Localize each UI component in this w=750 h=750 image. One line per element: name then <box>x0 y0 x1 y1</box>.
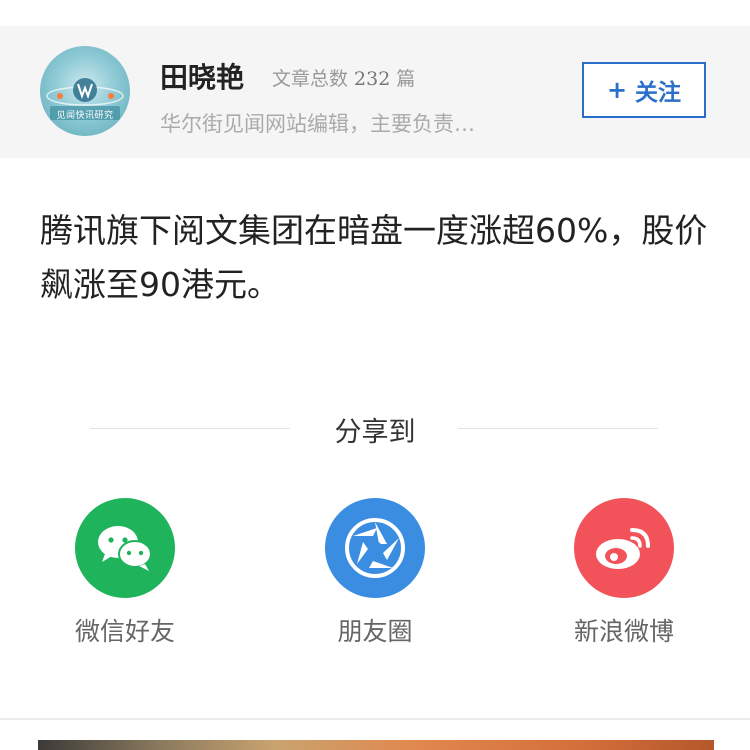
wechat-icon <box>75 498 175 598</box>
share-divider-left <box>90 428 290 429</box>
share-weibo-button[interactable]: 新浪微博 <box>544 498 704 648</box>
author-card: 见闻快讯研究 田晓艳 文章总数 232 篇 华尔街见闻网站编辑，主要负责… + 关注 <box>0 26 750 158</box>
share-moments-button[interactable]: 朋友圈 <box>295 498 455 648</box>
author-description: 华尔街见闻网站编辑，主要负责… <box>160 112 475 136</box>
article-count-value: 232 <box>354 68 391 90</box>
bottom-banner-image[interactable] <box>38 740 714 750</box>
top-strip <box>0 0 750 26</box>
article-count-unit: 篇 <box>396 68 416 90</box>
weibo-icon <box>574 498 674 598</box>
share-moments-label: 朋友圈 <box>337 617 413 646</box>
article-page: 见闻快讯研究 田晓艳 文章总数 232 篇 华尔街见闻网站编辑，主要负责… + 关注… <box>0 0 750 750</box>
share-weibo-label: 新浪微博 <box>573 617 674 646</box>
article-text: 腾讯旗下阅文集团在暗盘一度涨超60%，股价飙涨至90港元。 <box>40 211 708 304</box>
share-wechat-label: 微信好友 <box>74 617 175 646</box>
author-name[interactable]: 田晓艳 <box>160 56 244 96</box>
article-count: 文章总数 232 篇 <box>272 64 415 91</box>
moments-icon <box>325 498 425 598</box>
avatar-logo-icon <box>46 78 124 120</box>
share-wechat-button[interactable]: 微信好友 <box>45 498 205 648</box>
avatar-caption: 见闻快讯研究 <box>56 111 114 121</box>
plus-icon: + <box>606 76 628 104</box>
author-avatar[interactable]: 见闻快讯研究 <box>40 46 130 136</box>
bottom-divider <box>0 718 750 720</box>
follow-button[interactable]: + 关注 <box>582 62 706 118</box>
follow-label: 关注 <box>635 80 682 106</box>
share-divider-right <box>458 428 658 429</box>
article-count-label: 文章总数 <box>272 68 349 90</box>
share-title: 分享到 <box>334 417 416 448</box>
